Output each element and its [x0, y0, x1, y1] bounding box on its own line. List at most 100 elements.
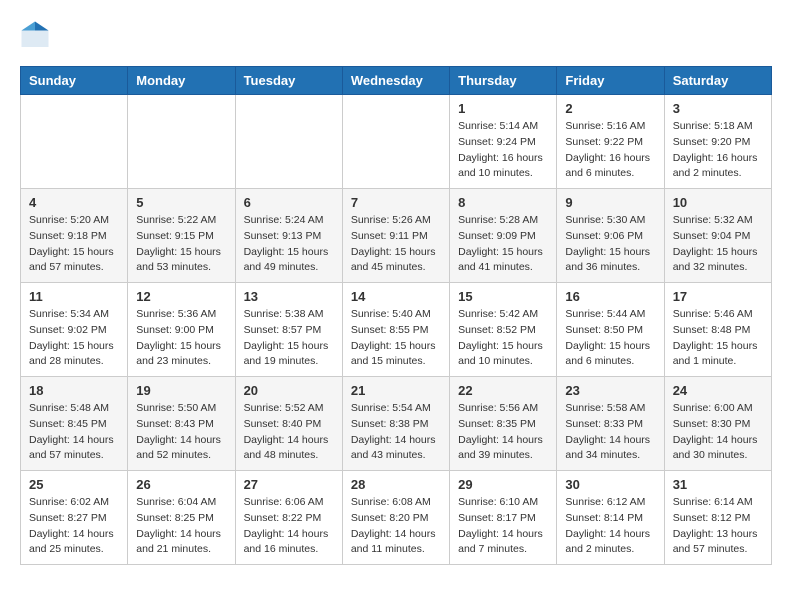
day-number: 20	[244, 383, 334, 398]
day-number: 10	[673, 195, 763, 210]
col-header-thursday: Thursday	[450, 67, 557, 95]
day-cell: 29 Sunrise: 6:10 AM Sunset: 8:17 PM Dayli…	[450, 471, 557, 565]
day-number: 25	[29, 477, 119, 492]
day-cell: 17 Sunrise: 5:46 AM Sunset: 8:48 PM Dayli…	[664, 283, 771, 377]
calendar-table: SundayMondayTuesdayWednesdayThursdayFrid…	[20, 66, 772, 565]
day-cell: 6 Sunrise: 5:24 AM Sunset: 9:13 PM Daylig…	[235, 189, 342, 283]
logo-icon	[20, 20, 50, 50]
day-number: 30	[565, 477, 655, 492]
day-cell: 25 Sunrise: 6:02 AM Sunset: 8:27 PM Dayli…	[21, 471, 128, 565]
week-row-2: 4Sunrise: 5:20 AM Sunset: 9:18 PM Daylig…	[21, 189, 772, 283]
day-info: Sunrise: 5:52 AM Sunset: 8:40 PM Dayligh…	[244, 401, 334, 464]
day-info: Sunrise: 5:44 AM Sunset: 8:50 PM Dayligh…	[565, 307, 655, 370]
day-info: Sunrise: 5:56 AM Sunset: 8:35 PM Dayligh…	[458, 401, 548, 464]
col-header-monday: Monday	[128, 67, 235, 95]
day-info: Sunrise: 5:18 AM Sunset: 9:20 PM Dayligh…	[673, 119, 763, 182]
day-cell: 9Sunrise: 5:30 AM Sunset: 9:06 PM Daylig…	[557, 189, 664, 283]
day-info: Sunrise: 5:58 AM Sunset: 8:33 PM Dayligh…	[565, 401, 655, 464]
day-cell: 14 Sunrise: 5:40 AM Sunset: 8:55 PM Dayli…	[342, 283, 449, 377]
day-info: Sunrise: 6:12 AM Sunset: 8:14 PM Dayligh…	[565, 495, 655, 558]
day-number: 28	[351, 477, 441, 492]
day-number: 26	[136, 477, 226, 492]
day-number: 6	[244, 195, 334, 210]
day-cell: 19Sunrise: 5:50 AM Sunset: 8:43 PM Dayli…	[128, 377, 235, 471]
day-cell: 30 Sunrise: 6:12 AM Sunset: 8:14 PM Dayli…	[557, 471, 664, 565]
day-number: 17	[673, 289, 763, 304]
day-info: Sunrise: 5:32 AM Sunset: 9:04 PM Dayligh…	[673, 213, 763, 276]
day-info: Sunrise: 6:14 AM Sunset: 8:12 PM Dayligh…	[673, 495, 763, 558]
day-cell: 13 Sunrise: 5:38 AM Sunset: 8:57 PM Dayli…	[235, 283, 342, 377]
day-cell: 4Sunrise: 5:20 AM Sunset: 9:18 PM Daylig…	[21, 189, 128, 283]
day-cell	[342, 95, 449, 189]
day-cell: 12Sunrise: 5:36 AM Sunset: 9:00 PM Dayli…	[128, 283, 235, 377]
day-number: 4	[29, 195, 119, 210]
col-header-wednesday: Wednesday	[342, 67, 449, 95]
col-header-saturday: Saturday	[664, 67, 771, 95]
day-cell: 2Sunrise: 5:16 AM Sunset: 9:22 PM Daylig…	[557, 95, 664, 189]
day-info: Sunrise: 5:16 AM Sunset: 9:22 PM Dayligh…	[565, 119, 655, 182]
col-header-sunday: Sunday	[21, 67, 128, 95]
day-cell: 31 Sunrise: 6:14 AM Sunset: 8:12 PM Dayli…	[664, 471, 771, 565]
day-cell: 10 Sunrise: 5:32 AM Sunset: 9:04 PM Dayli…	[664, 189, 771, 283]
day-cell: 26 Sunrise: 6:04 AM Sunset: 8:25 PM Dayli…	[128, 471, 235, 565]
day-info: Sunrise: 5:50 AM Sunset: 8:43 PM Dayligh…	[136, 401, 226, 464]
day-number: 24	[673, 383, 763, 398]
day-info: Sunrise: 6:06 AM Sunset: 8:22 PM Dayligh…	[244, 495, 334, 558]
day-cell	[21, 95, 128, 189]
day-info: Sunrise: 6:10 AM Sunset: 8:17 PM Dayligh…	[458, 495, 548, 558]
day-info: Sunrise: 5:30 AM Sunset: 9:06 PM Dayligh…	[565, 213, 655, 276]
day-info: Sunrise: 6:02 AM Sunset: 8:27 PM Dayligh…	[29, 495, 119, 558]
day-number: 29	[458, 477, 548, 492]
day-number: 8	[458, 195, 548, 210]
day-number: 31	[673, 477, 763, 492]
day-number: 16	[565, 289, 655, 304]
day-number: 5	[136, 195, 226, 210]
day-number: 21	[351, 383, 441, 398]
day-cell: 5 Sunrise: 5:22 AM Sunset: 9:15 PM Daylig…	[128, 189, 235, 283]
day-number: 1	[458, 101, 548, 116]
page-header	[20, 20, 772, 50]
day-info: Sunrise: 5:40 AM Sunset: 8:55 PM Dayligh…	[351, 307, 441, 370]
week-row-5: 25 Sunrise: 6:02 AM Sunset: 8:27 PM Dayli…	[21, 471, 772, 565]
day-cell	[128, 95, 235, 189]
day-cell: 16 Sunrise: 5:44 AM Sunset: 8:50 PM Dayli…	[557, 283, 664, 377]
col-header-friday: Friday	[557, 67, 664, 95]
day-info: Sunrise: 5:26 AM Sunset: 9:11 PM Dayligh…	[351, 213, 441, 276]
day-cell	[235, 95, 342, 189]
day-number: 22	[458, 383, 548, 398]
day-number: 7	[351, 195, 441, 210]
day-cell: 24 Sunrise: 6:00 AM Sunset: 8:30 PM Dayli…	[664, 377, 771, 471]
day-number: 15	[458, 289, 548, 304]
day-cell: 18 Sunrise: 5:48 AM Sunset: 8:45 PM Dayli…	[21, 377, 128, 471]
day-info: Sunrise: 6:08 AM Sunset: 8:20 PM Dayligh…	[351, 495, 441, 558]
day-cell: 23 Sunrise: 5:58 AM Sunset: 8:33 PM Dayli…	[557, 377, 664, 471]
day-number: 11	[29, 289, 119, 304]
week-row-4: 18 Sunrise: 5:48 AM Sunset: 8:45 PM Dayli…	[21, 377, 772, 471]
day-info: Sunrise: 5:46 AM Sunset: 8:48 PM Dayligh…	[673, 307, 763, 370]
day-info: Sunrise: 5:14 AM Sunset: 9:24 PM Dayligh…	[458, 119, 548, 182]
day-info: Sunrise: 5:24 AM Sunset: 9:13 PM Dayligh…	[244, 213, 334, 276]
week-row-1: 1 Sunrise: 5:14 AM Sunset: 9:24 PM Daylig…	[21, 95, 772, 189]
day-cell: 8 Sunrise: 5:28 AM Sunset: 9:09 PM Daylig…	[450, 189, 557, 283]
day-number: 12	[136, 289, 226, 304]
day-cell: 11 Sunrise: 5:34 AM Sunset: 9:02 PM Dayli…	[21, 283, 128, 377]
day-number: 23	[565, 383, 655, 398]
day-info: Sunrise: 5:28 AM Sunset: 9:09 PM Dayligh…	[458, 213, 548, 276]
day-info: Sunrise: 5:22 AM Sunset: 9:15 PM Dayligh…	[136, 213, 226, 276]
header-row: SundayMondayTuesdayWednesdayThursdayFrid…	[21, 67, 772, 95]
day-info: Sunrise: 5:34 AM Sunset: 9:02 PM Dayligh…	[29, 307, 119, 370]
day-number: 18	[29, 383, 119, 398]
day-info: Sunrise: 5:48 AM Sunset: 8:45 PM Dayligh…	[29, 401, 119, 464]
day-cell: 22 Sunrise: 5:56 AM Sunset: 8:35 PM Dayli…	[450, 377, 557, 471]
day-cell: 1 Sunrise: 5:14 AM Sunset: 9:24 PM Daylig…	[450, 95, 557, 189]
day-info: Sunrise: 6:00 AM Sunset: 8:30 PM Dayligh…	[673, 401, 763, 464]
day-info: Sunrise: 6:04 AM Sunset: 8:25 PM Dayligh…	[136, 495, 226, 558]
day-number: 14	[351, 289, 441, 304]
day-cell: 20 Sunrise: 5:52 AM Sunset: 8:40 PM Dayli…	[235, 377, 342, 471]
day-number: 13	[244, 289, 334, 304]
day-cell: 7 Sunrise: 5:26 AM Sunset: 9:11 PM Daylig…	[342, 189, 449, 283]
logo	[20, 20, 54, 50]
day-info: Sunrise: 5:54 AM Sunset: 8:38 PM Dayligh…	[351, 401, 441, 464]
day-number: 27	[244, 477, 334, 492]
day-info: Sunrise: 5:38 AM Sunset: 8:57 PM Dayligh…	[244, 307, 334, 370]
